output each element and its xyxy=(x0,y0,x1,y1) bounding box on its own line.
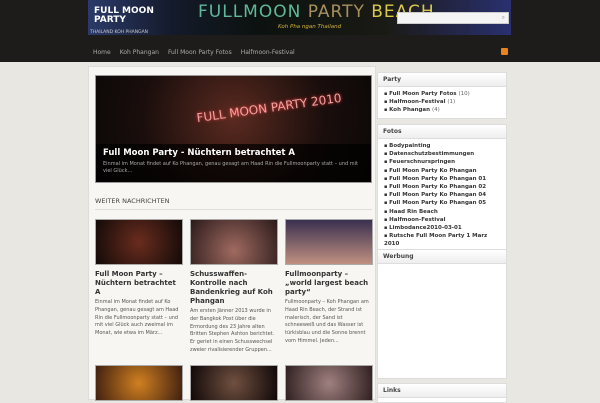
main-nav: Home Koh Phangan Full Moon Party Fotos H… xyxy=(88,43,511,61)
post-card: Schusswaffen-Kontrolle nach Bandenkrieg … xyxy=(190,219,278,355)
page-link[interactable]: Haad Rin Beach xyxy=(384,208,501,216)
widget-title: Links xyxy=(378,384,506,398)
widget-links: Links xyxy=(377,383,507,403)
rss-icon[interactable] xyxy=(501,48,508,55)
category-label[interactable]: Koh Phangan xyxy=(389,107,430,113)
post-card: Fullmoonparty – „world largest beach par… xyxy=(285,219,373,346)
page-link[interactable]: Full Moon Party Ko Phangan 01 xyxy=(384,175,501,183)
category-link[interactable]: Halfmoon-Festival (1) xyxy=(384,98,501,106)
post-thumbnail[interactable] xyxy=(190,365,278,401)
featured-image-text: FULL MOON PARTY 2010 xyxy=(195,90,343,126)
featured-caption: Full Moon Party - Nüchtern betrachtet A … xyxy=(96,144,371,182)
widget-title: Party xyxy=(378,73,506,87)
widget-title: Fotos xyxy=(378,125,506,139)
banner-subtitle: Koh Pha ngan Thailand xyxy=(278,24,342,30)
banner-word: FULLMOON xyxy=(198,2,302,22)
post-thumbnail[interactable] xyxy=(285,365,373,401)
search-input[interactable]: ⌕ xyxy=(397,12,509,24)
post-card: Full Moon Party – Nüchtern betrachtet A … xyxy=(95,219,183,338)
page-link[interactable]: Limbodance2010-03-01 xyxy=(384,224,501,232)
featured-title[interactable]: Full Moon Party - Nüchtern betrachtet A xyxy=(103,148,364,158)
category-count: (10) xyxy=(458,91,470,97)
widget-werbung: Werbung xyxy=(377,249,507,379)
post-excerpt: Am ersten Jänner 2013 wurde in der Bangk… xyxy=(190,308,275,353)
post-thumbnail[interactable] xyxy=(95,219,183,265)
section-heading: WEITER NACHRICHTEN xyxy=(95,197,372,210)
widget-party: Party Full Moon Party Fotos (10) Halfmoo… xyxy=(377,72,507,119)
page-link[interactable]: Full Moon Party Ko Phangan xyxy=(384,167,501,175)
category-count: (1) xyxy=(447,99,456,106)
widget-fotos: Fotos BodypaintingDatenschutzbestimmunge… xyxy=(377,124,507,253)
featured-excerpt: Einmal im Monat findet auf Ko Phangan, g… xyxy=(103,161,358,174)
post-title[interactable]: Schusswaffen-Kontrolle nach Bandenkrieg … xyxy=(190,270,278,306)
site-title[interactable]: FULL MOON PARTY xyxy=(94,7,154,25)
page-link[interactable]: Full Moon Party Ko Phangan 04 xyxy=(384,191,501,199)
page-link[interactable]: Feuerschnurspringen xyxy=(384,158,501,166)
category-label[interactable]: Full Moon Party Fotos xyxy=(389,91,456,97)
post-excerpt: Fullmoonparty – Koh Phangan am Haad Rin … xyxy=(285,299,369,344)
category-link[interactable]: Full Moon Party Fotos (10) xyxy=(384,90,501,98)
featured-post[interactable]: FULL MOON PARTY 2010 Full Moon Party - N… xyxy=(95,75,372,183)
post-excerpt: Einmal im Monat findet auf Ko Phangan, g… xyxy=(95,299,179,337)
post-thumbnail[interactable] xyxy=(190,219,278,265)
category-count: (4) xyxy=(431,107,440,114)
page-link[interactable]: Datenschutzbestimmungen xyxy=(384,150,501,158)
post-title[interactable]: Full Moon Party – Nüchtern betrachtet A xyxy=(95,270,183,297)
page-link[interactable]: Full Moon Party Ko Phangan 02 xyxy=(384,183,501,191)
category-label[interactable]: Halfmoon-Festival xyxy=(389,99,445,105)
nav-home[interactable]: Home xyxy=(93,49,111,56)
page-link[interactable]: Halfmoon-Festival xyxy=(384,216,501,224)
page-link[interactable]: Bodypainting xyxy=(384,142,501,150)
page-link[interactable]: Rutsche Full Moon Party 1 Marz 2010 xyxy=(384,232,501,248)
site-description: THAILAND KOH PHANGAN xyxy=(90,30,149,35)
post-thumbnail[interactable] xyxy=(285,219,373,265)
banner-word: PARTY xyxy=(307,2,365,22)
nav-full-moon-party-fotos[interactable]: Full Moon Party Fotos xyxy=(168,49,232,56)
main-content: FULL MOON PARTY 2010 Full Moon Party - N… xyxy=(88,66,376,401)
widget-title: Werbung xyxy=(378,250,506,264)
page-link[interactable]: Full Moon Party Ko Phangan 05 xyxy=(384,199,501,207)
nav-koh-phangan[interactable]: Koh Phangan xyxy=(120,49,159,56)
post-thumbnail[interactable] xyxy=(95,365,183,401)
nav-halfmoon-festival[interactable]: Halfmoon-Festival xyxy=(241,49,295,56)
category-link[interactable]: Koh Phangan (4) xyxy=(384,106,501,114)
post-title[interactable]: Fullmoonparty – „world largest beach par… xyxy=(285,270,373,297)
search-icon[interactable]: ⌕ xyxy=(502,14,505,22)
